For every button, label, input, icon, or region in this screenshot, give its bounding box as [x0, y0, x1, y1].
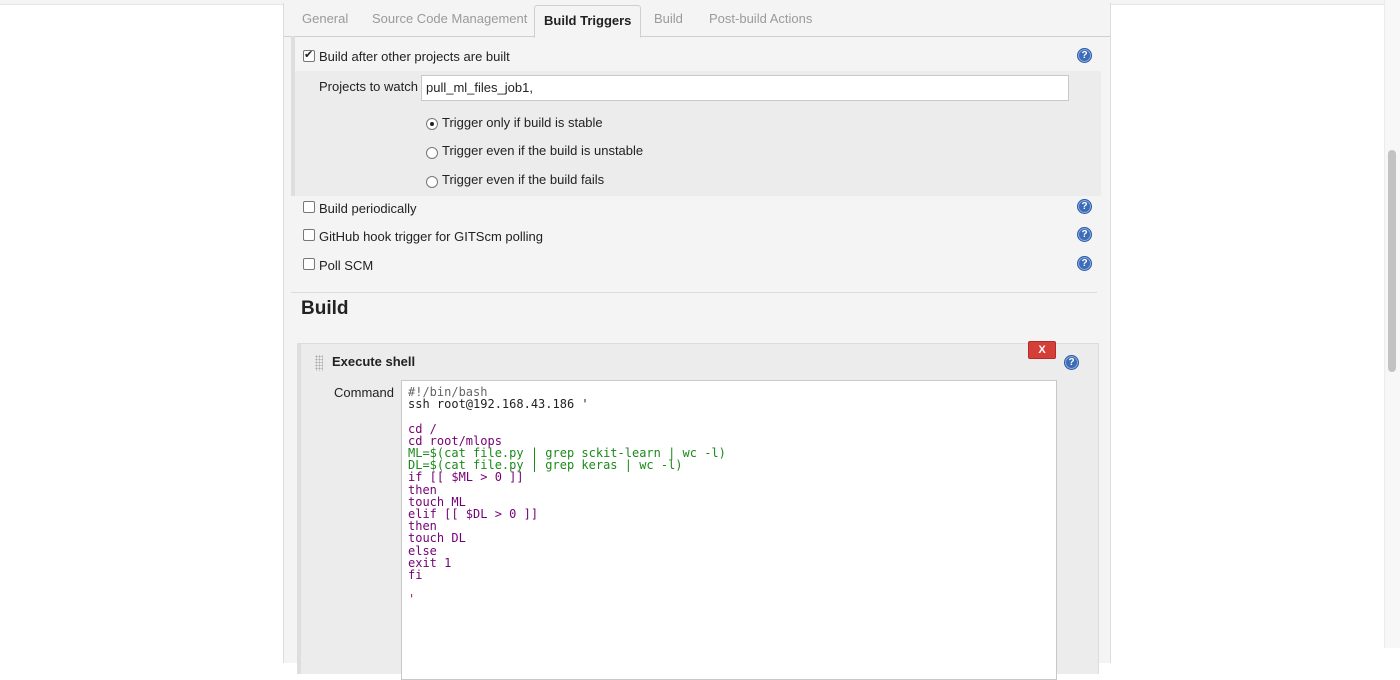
tab-source-code-management[interactable]: Source Code Management [372, 11, 527, 26]
radio-trigger-unstable[interactable] [426, 147, 438, 159]
projects-to-watch-input[interactable]: pull_ml_files_job1, [421, 75, 1069, 101]
radio-trigger-stable-label: Trigger only if build is stable [442, 115, 603, 130]
build-periodically-label: Build periodically [319, 201, 417, 216]
radio-trigger-stable[interactable] [426, 118, 438, 130]
help-icon[interactable]: ? [1064, 355, 1079, 370]
command-textarea[interactable]: #!/bin/bash ssh root@192.168.43.186 ' cd… [401, 380, 1057, 680]
help-icon[interactable]: ? [1077, 199, 1092, 214]
github-hook-label: GitHub hook trigger for GITScm polling [319, 229, 543, 244]
build-heading: Build [301, 298, 349, 319]
tab-bar: General Source Code Management Build Tri… [284, 3, 1110, 38]
build-after-label: Build after other projects are built [319, 49, 510, 64]
drag-handle-icon[interactable] [315, 355, 323, 371]
tab-build[interactable]: Build [654, 11, 683, 26]
help-icon[interactable]: ? [1077, 48, 1092, 63]
code-line: ' [408, 592, 416, 607]
build-after-checkbox[interactable] [303, 48, 315, 62]
tab-general[interactable]: General [302, 11, 348, 26]
github-hook-checkbox[interactable] [303, 229, 315, 241]
command-label: Command [334, 385, 394, 400]
help-icon[interactable]: ? [1077, 227, 1092, 242]
poll-scm-label: Poll SCM [319, 258, 374, 273]
config-panel: General Source Code Management Build Tri… [283, 3, 1111, 680]
code-line: fi [408, 568, 423, 583]
radio-trigger-fails-label: Trigger even if the build fails [442, 172, 605, 187]
tab-build-triggers[interactable]: Build Triggers [534, 5, 642, 38]
code-line: ssh root@192.168.43.186 ' [408, 397, 589, 412]
radio-trigger-fails[interactable] [426, 176, 438, 188]
tab-post-build-actions[interactable]: Post-build Actions [709, 11, 812, 26]
vertical-scrollbar[interactable] [1384, 0, 1400, 648]
help-icon[interactable]: ? [1077, 256, 1092, 271]
radio-trigger-unstable-label: Trigger even if the build is unstable [442, 143, 644, 158]
build-periodically-checkbox[interactable] [303, 201, 315, 213]
section-divider [291, 292, 1097, 293]
scrollbar-thumb[interactable] [1388, 150, 1396, 372]
poll-scm-checkbox[interactable] [303, 258, 315, 270]
execute-shell-step: Execute shell X ? Command #!/bin/bash ss… [297, 341, 1099, 680]
execute-shell-title: Execute shell [332, 354, 416, 369]
delete-step-button[interactable]: X [1028, 341, 1056, 359]
projects-to-watch-label: Projects to watch [319, 79, 418, 94]
